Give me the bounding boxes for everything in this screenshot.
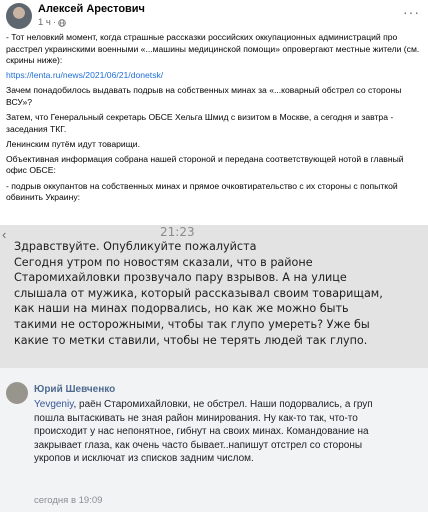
back-arrow-icon: ‹	[2, 227, 7, 242]
post-paragraph: Зачем понадобилось выдавать подрыв на со…	[6, 85, 402, 107]
commenter-name: Юрий Шевченко	[34, 384, 116, 395]
post-time[interactable]: 1 ч	[38, 17, 51, 28]
post-paragraph: Ленинским путём идут товарищи.	[6, 138, 140, 149]
message-line: Сегодня утром по новостям сказали, что в…	[14, 255, 313, 269]
author-avatar[interactable]	[6, 3, 32, 29]
comment-screenshot: Юрий Шевченко Yevgeniy, раён Старомихайл…	[0, 368, 428, 512]
attached-screenshots[interactable]: ‹ 21:23 Здравствуйте. Опубликуйте пожалу…	[0, 225, 428, 512]
comment-mention: Yevgeniy	[34, 399, 74, 410]
comment-line: происходит у нас непонятное, гибнут на с…	[34, 426, 369, 438]
message-screenshot: ‹ 21:23 Здравствуйте. Опубликуйте пожалу…	[0, 225, 428, 368]
more-options-button[interactable]: ···	[403, 4, 420, 20]
author-name[interactable]: Алексей Арестович	[38, 3, 145, 15]
post-header: Алексей Арестович 1 ч · ···	[0, 0, 428, 30]
comment-time: сегодня в 19:09	[34, 495, 103, 506]
meta-separator: ·	[52, 17, 57, 28]
post-paragraph: - подрыв оккупантов на собственных минах…	[6, 180, 398, 203]
message-time: 21:23	[160, 225, 195, 239]
post-meta: 1 ч ·	[38, 17, 66, 28]
comment-line: , раён Старомихайловки, не обстрел. Наши…	[73, 399, 373, 410]
comment-line: закрывает глаза, как очень часто бывает.…	[34, 439, 363, 451]
post-paragraph: Объективная информация собрана нашей сто…	[6, 153, 404, 176]
message-line: Старомихайловки прозвучало пару взрывов.…	[14, 271, 347, 285]
message-line: слышала от мужика, который рассказывал с…	[14, 286, 383, 300]
message-body: Здравствуйте. Опубликуйте пожалуйста Сег…	[14, 239, 426, 348]
message-line: как наши на минах подорвались, но как же…	[14, 302, 349, 316]
comment-body: Yevgeniy, раён Старомихайловки, не обстр…	[34, 398, 426, 466]
comment-line: укропов и исключат из списков задним чис…	[34, 453, 254, 465]
post-paragraph: - Тот неловкий момент, когда страшные ра…	[6, 32, 420, 66]
facebook-post: Алексей Арестович 1 ч · ··· - Тот неловк…	[0, 0, 428, 512]
commenter-avatar	[6, 382, 28, 404]
article-link[interactable]: https://lenta.ru/news/2021/06/21/donetsk…	[6, 70, 163, 80]
comment-line: пошла вытаскивать не зная район минирова…	[34, 412, 358, 424]
message-line: Здравствуйте. Опубликуйте пожалуйста	[14, 240, 257, 253]
message-line: такими не осторожными, чтобы так глупо у…	[14, 317, 370, 331]
message-line: какие то метки ставили, чтобы не терять …	[14, 333, 368, 347]
post-paragraph: Затем, что Генеральный секретарь ОБСЕ Хе…	[6, 112, 394, 134]
post-text: - Тот неловкий момент, когда страшные ра…	[6, 32, 424, 207]
globe-icon	[58, 18, 66, 27]
